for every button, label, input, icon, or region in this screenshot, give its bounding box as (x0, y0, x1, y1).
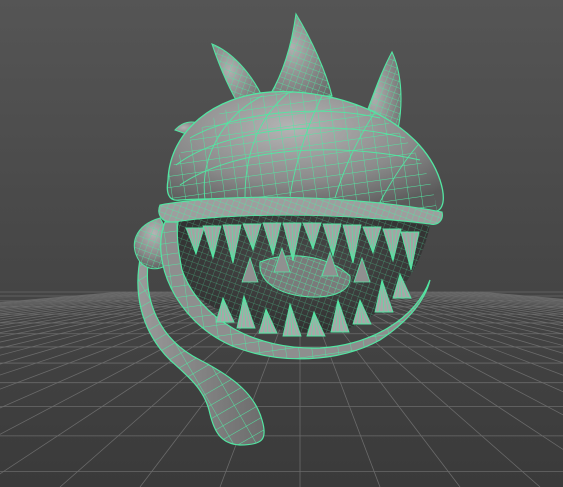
viewport-canvas[interactable] (0, 0, 563, 487)
maya-viewport[interactable] (0, 0, 563, 487)
